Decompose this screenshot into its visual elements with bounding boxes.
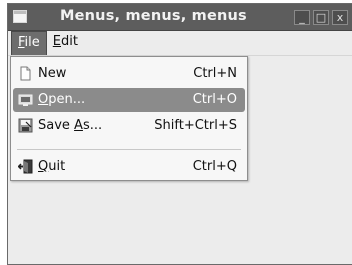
menu-item-open-mnemonic: O — [38, 92, 49, 107]
menu-item-quit[interactable]: Quit Ctrl+Q — [13, 155, 245, 179]
minimize-button[interactable]: _ — [294, 10, 310, 25]
menu-edit[interactable]: Edit — [47, 31, 84, 55]
window-menu-icon[interactable] — [13, 10, 27, 23]
open-icon — [18, 92, 33, 107]
menu-item-new-label: New — [38, 66, 67, 81]
menu-item-save-as-rest: s... — [82, 118, 103, 133]
maximize-button[interactable]: □ — [313, 10, 329, 25]
menu-item-save-as-prefix: Save — [38, 118, 75, 133]
menu-item-open-shortcut: Ctrl+O — [192, 92, 237, 107]
menu-item-quit-shortcut: Ctrl+Q — [192, 159, 237, 174]
menu-item-quit-mnemonic: Q — [38, 159, 49, 174]
new-document-icon — [18, 66, 33, 81]
menu-bar: File Edit — [8, 31, 352, 56]
quit-icon — [17, 159, 33, 174]
title-bar[interactable]: Menus, menus, menus _ □ x — [8, 4, 352, 31]
menu-item-save-as[interactable]: Save As... Shift+Ctrl+S — [13, 114, 245, 138]
menu-item-open[interactable]: Open... Ctrl+O — [13, 88, 245, 112]
window-title: Menus, menus, menus — [60, 8, 247, 24]
menu-edit-mnemonic: E — [52, 34, 61, 49]
menu-item-quit-rest: uit — [48, 159, 66, 174]
menu-file[interactable]: File — [11, 31, 47, 55]
menu-item-save-as-mnemonic: A — [74, 118, 83, 133]
menu-item-save-as-label: Save As... — [38, 118, 102, 133]
menu-edit-label: dit — [61, 34, 78, 49]
menu-item-open-label: Open... — [38, 92, 85, 107]
menu-item-quit-label: Quit — [38, 159, 65, 174]
menu-item-new[interactable]: New Ctrl+N — [13, 62, 245, 86]
menu-item-save-as-shortcut: Shift+Ctrl+S — [154, 118, 237, 133]
menu-separator — [17, 149, 241, 150]
close-button[interactable]: x — [332, 10, 348, 25]
menu-item-new-shortcut: Ctrl+N — [193, 66, 237, 81]
menu-item-open-rest: pen... — [48, 92, 86, 107]
menu-file-label: ile — [24, 35, 40, 50]
file-menu-dropdown: New Ctrl+N Open... Ctrl+O Save As... Shi… — [10, 56, 248, 181]
save-as-icon — [18, 118, 33, 133]
